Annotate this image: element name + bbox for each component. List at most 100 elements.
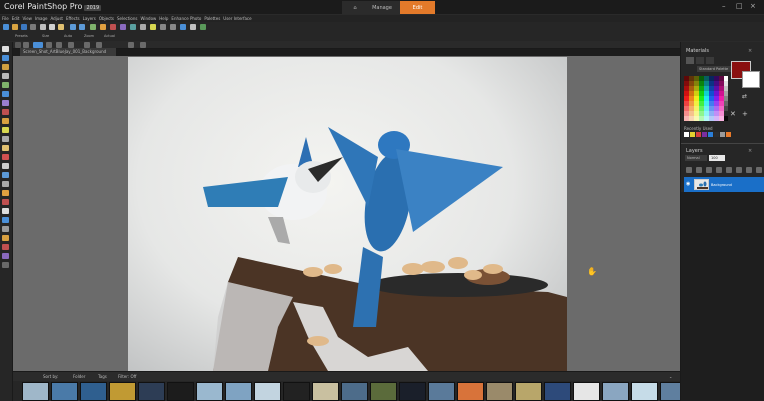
folder-filter[interactable]: Folder xyxy=(73,374,85,379)
palette-swatch[interactable] xyxy=(724,101,728,106)
redo-icon[interactable] xyxy=(79,24,85,30)
filmstrip-thumbnail[interactable] xyxy=(515,382,542,401)
palette-swatch[interactable] xyxy=(714,96,719,101)
swap-colors-icon[interactable]: ⇄ xyxy=(742,93,747,100)
menu-selections[interactable]: Selections xyxy=(117,16,138,21)
makeover-tool-icon[interactable] xyxy=(2,118,9,124)
palette-swatch[interactable] xyxy=(689,81,694,86)
layer-icon[interactable] xyxy=(140,24,146,30)
eraser-tool-icon[interactable] xyxy=(2,163,9,169)
fill-tool-icon[interactable] xyxy=(2,199,9,205)
menu-image[interactable]: Image xyxy=(35,16,48,21)
close-button[interactable]: × xyxy=(750,2,756,10)
filmstrip-thumbnail[interactable] xyxy=(428,382,455,401)
recent-color-swatch[interactable] xyxy=(690,132,695,137)
palette-swatch[interactable] xyxy=(704,106,709,111)
delete-swatch-icon[interactable]: ✕ xyxy=(730,110,736,118)
palette-swatch[interactable] xyxy=(684,111,689,116)
palette-swatch[interactable] xyxy=(694,106,699,111)
filmstrip-thumbnail[interactable] xyxy=(370,382,397,401)
redeye-tool-icon[interactable] xyxy=(2,109,9,115)
one-step-fix-icon[interactable] xyxy=(150,24,156,30)
filmstrip-thumbnail[interactable] xyxy=(167,382,194,401)
palette-swatch[interactable] xyxy=(689,106,694,111)
selection-tool-icon[interactable] xyxy=(2,73,9,79)
pan-tool-icon[interactable] xyxy=(2,46,9,52)
palette-swatch[interactable] xyxy=(699,76,704,81)
palette-swatch[interactable] xyxy=(689,101,694,106)
lock-icon[interactable] xyxy=(746,167,752,173)
palette-swatch[interactable] xyxy=(724,86,728,91)
palette-swatch[interactable] xyxy=(684,81,689,86)
recent-color-swatch[interactable] xyxy=(714,132,719,137)
recent-color-swatch[interactable] xyxy=(720,132,725,137)
dodge-tool-icon[interactable] xyxy=(2,172,9,178)
crop-icon[interactable] xyxy=(90,24,96,30)
palette-swatch[interactable] xyxy=(689,111,694,116)
palette-swatch[interactable] xyxy=(694,86,699,91)
palette-swatch[interactable] xyxy=(684,116,689,121)
recent-color-swatch[interactable] xyxy=(696,132,701,137)
filmstrip-thumbnail[interactable] xyxy=(51,382,78,401)
text-tool-icon[interactable] xyxy=(2,208,9,214)
background-color-swatch[interactable] xyxy=(742,71,760,88)
palette-dropdown[interactable]: Standard Palette xyxy=(697,66,731,72)
recent-color-swatch[interactable] xyxy=(702,132,707,137)
filmstrip-thumbnail[interactable] xyxy=(399,382,426,401)
adjust-icon[interactable] xyxy=(130,24,136,30)
copy-icon[interactable] xyxy=(49,24,55,30)
pan-icon[interactable] xyxy=(128,42,134,48)
delete-layer-icon[interactable] xyxy=(756,167,762,173)
filmstrip-thumbnail[interactable] xyxy=(138,382,165,401)
palette-swatch[interactable] xyxy=(704,96,709,101)
recent-color-swatch[interactable] xyxy=(684,132,689,137)
cut-icon[interactable] xyxy=(40,24,46,30)
palette-swatch[interactable] xyxy=(719,111,724,116)
menu-user-interface[interactable]: User Interface xyxy=(223,16,251,21)
print-icon[interactable] xyxy=(30,24,36,30)
menu-palettes[interactable]: Palettes xyxy=(204,16,220,21)
palette-swatch[interactable] xyxy=(704,86,709,91)
palette-swatch[interactable] xyxy=(694,101,699,106)
palette-tab-icon[interactable] xyxy=(686,57,694,64)
tab-manage[interactable]: Manage xyxy=(360,1,404,14)
filmstrip-thumbnail[interactable] xyxy=(22,382,49,401)
filmstrip-thumbnail[interactable] xyxy=(486,382,513,401)
menu-effects[interactable]: Effects xyxy=(66,16,80,21)
recent-color-swatch[interactable] xyxy=(726,132,731,137)
document-tab[interactable]: Screen_Shot_ArtBlueJay_001_Background xyxy=(20,48,116,56)
filmstrip-thumbnail[interactable] xyxy=(196,382,223,401)
palette-swatch[interactable] xyxy=(719,116,724,121)
palette-swatch[interactable] xyxy=(684,96,689,101)
filmstrip-thumbnail[interactable] xyxy=(312,382,339,401)
palette-swatch[interactable] xyxy=(714,106,719,111)
palette-swatch[interactable] xyxy=(719,81,724,86)
picture-tube-icon[interactable] xyxy=(2,253,9,259)
palette-swatch[interactable] xyxy=(714,116,719,121)
palette-swatch[interactable] xyxy=(689,76,694,81)
palette-swatch[interactable] xyxy=(694,76,699,81)
new-layer-icon[interactable] xyxy=(686,167,692,173)
menu-window[interactable]: Window xyxy=(141,16,157,21)
sort-label[interactable]: Sort by: xyxy=(43,374,58,379)
collapse-icon[interactable]: ⌄ xyxy=(669,374,672,379)
palette-swatch[interactable] xyxy=(699,111,704,116)
palette-swatch[interactable] xyxy=(714,111,719,116)
palette-swatch[interactable] xyxy=(684,106,689,111)
palette-swatch[interactable] xyxy=(699,96,704,101)
palette-swatch[interactable] xyxy=(714,86,719,91)
clone-tool-icon[interactable] xyxy=(2,127,9,133)
palette-swatch[interactable] xyxy=(724,76,728,81)
swatches-tab-icon[interactable] xyxy=(706,57,714,64)
palette-swatch[interactable] xyxy=(719,106,724,111)
crop-tool-icon[interactable] xyxy=(2,82,9,88)
view-icon[interactable] xyxy=(190,24,196,30)
link-icon[interactable] xyxy=(736,167,742,173)
ruler-icon[interactable] xyxy=(170,24,176,30)
filmstrip-thumbnail[interactable] xyxy=(602,382,629,401)
palette-swatch[interactable] xyxy=(724,111,728,116)
palette-swatch[interactable] xyxy=(704,91,709,96)
palette-swatch[interactable] xyxy=(694,81,699,86)
perspective-tool-icon[interactable] xyxy=(2,100,9,106)
filmstrip-thumbnail[interactable] xyxy=(573,382,600,401)
